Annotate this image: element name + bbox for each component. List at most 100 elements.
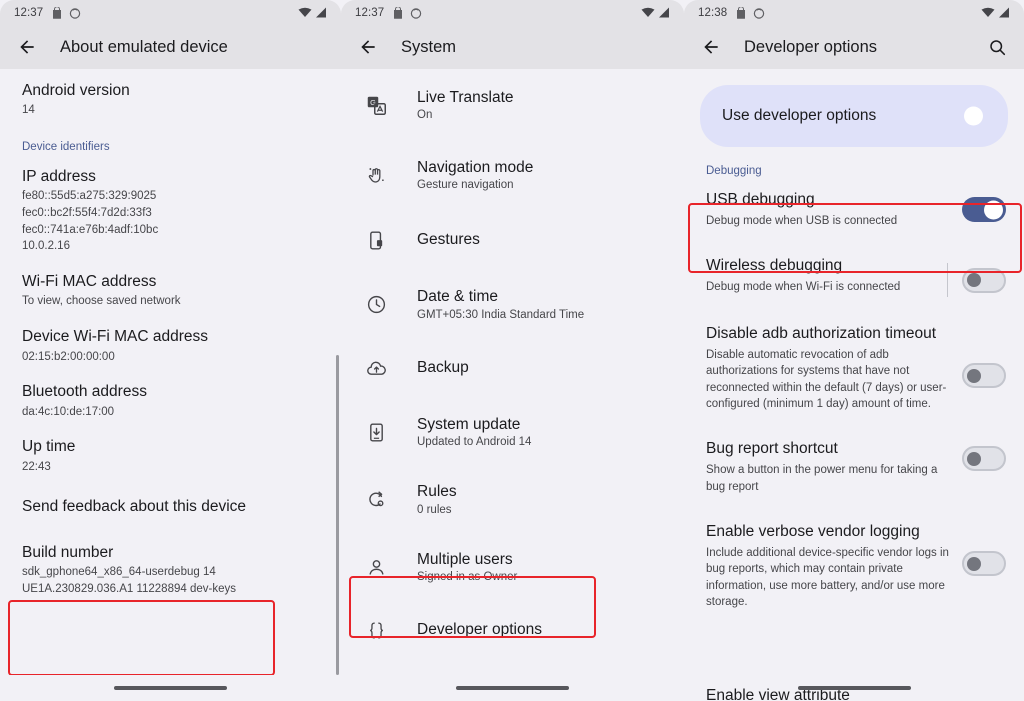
item-subtitle: Updated to Android 14 <box>417 436 532 449</box>
wifi-icon <box>641 7 655 18</box>
circle-icon <box>753 7 765 19</box>
sidebar-item-date-time[interactable]: Date & time GMT+05:30 India Standard Tim… <box>341 271 684 338</box>
person-icon <box>363 557 389 578</box>
row-control[interactable] <box>962 191 1006 222</box>
sidebar-item-system-update[interactable]: System update Updated to Android 14 <box>341 398 684 466</box>
setting-row-verbose-vendor-logging[interactable]: Enable verbose vendor logging Include ad… <box>684 509 1024 624</box>
usb-debugging-toggle[interactable] <box>962 197 1006 222</box>
three-panel-screenshot: 12:37 About emulated device Android vers… <box>0 0 1024 701</box>
search-icon[interactable] <box>984 34 1010 60</box>
list-item-android-version[interactable]: Android version 14 <box>22 69 319 119</box>
home-pill[interactable] <box>114 686 227 690</box>
toggle-knob <box>967 556 981 571</box>
list-item-send-feedback[interactable]: Send feedback about this device <box>22 475 319 516</box>
toggle-knob <box>967 451 981 466</box>
ip-address-value: fe80::55d5:a275:329:9025 fec0::bc2f:55f4… <box>22 190 159 253</box>
item-subtitle: Signed in as Owner <box>417 571 518 584</box>
status-left-icons <box>393 6 422 19</box>
item-title: Multiple users <box>417 550 513 568</box>
cloud-upload-icon <box>363 358 389 379</box>
row-title: Wireless debugging <box>706 257 843 275</box>
wireless-debugging-toggle[interactable] <box>962 267 1006 293</box>
android-version-value: 14 <box>22 104 35 117</box>
item-title: Rules <box>417 483 457 501</box>
list-item-bluetooth-address[interactable]: Bluetooth address da:4c:10:de:17:00 <box>22 365 319 420</box>
sidebar-item-gestures[interactable]: Gestures <box>341 209 684 271</box>
ip-address-label: IP address <box>22 168 96 186</box>
row-control[interactable] <box>962 325 1006 389</box>
arrow-back-icon[interactable] <box>355 34 381 60</box>
status-right-icons <box>981 7 1010 18</box>
home-pill[interactable] <box>797 686 911 690</box>
row-control[interactable] <box>962 523 1006 577</box>
row-control[interactable] <box>962 440 1006 472</box>
list-item-up-time[interactable]: Up time 22:43 <box>22 420 319 475</box>
list-item-ip-address[interactable]: IP address fe80::55d5:a275:329:9025 fec0… <box>22 155 319 255</box>
item-texts: Developer options <box>417 621 542 640</box>
build-number-value: sdk_gphone64_x86_64-userdebug 14 UE1A.23… <box>22 566 236 595</box>
setting-row-wireless-debugging[interactable]: Wireless debugging Debug mode when Wi-Fi… <box>684 243 1024 311</box>
home-pill[interactable] <box>456 686 569 690</box>
item-subtitle: Gesture navigation <box>417 179 514 192</box>
bug-report-shortcut-toggle[interactable] <box>962 446 1006 472</box>
item-title: Date & time <box>417 288 498 306</box>
row-title: Bug report shortcut <box>706 440 838 458</box>
build-number-label: Build number <box>22 543 114 561</box>
setting-row-disable-adb-timeout[interactable]: Disable adb authorization timeout Disabl… <box>684 311 1024 426</box>
sidebar-item-developer-options[interactable]: Developer options <box>341 601 684 659</box>
item-title: Developer options <box>417 620 542 638</box>
bag-icon <box>393 6 403 19</box>
status-right-icons <box>641 7 670 18</box>
status-time: 12:37 <box>355 6 385 19</box>
row-texts: USB debugging Debug mode when USB is con… <box>706 191 962 229</box>
list-item-build-number[interactable]: Build number sdk_gphone64_x86_64-userdeb… <box>22 517 319 598</box>
status-left-icons <box>52 6 81 19</box>
status-bar: 12:38 <box>684 0 1024 25</box>
item-texts: Live Translate On <box>417 89 514 122</box>
sidebar-item-navigation-mode[interactable]: Navigation mode Gesture navigation <box>341 141 684 209</box>
status-bar: 12:37 <box>341 0 684 25</box>
device-wifi-mac-label: Device Wi-Fi MAC address <box>22 328 209 346</box>
row-control[interactable] <box>947 257 1006 298</box>
vertical-divider <box>947 263 948 298</box>
arrow-back-icon[interactable] <box>698 34 724 60</box>
scrollbar-about[interactable] <box>336 355 339 675</box>
setting-row-bug-report-shortcut[interactable]: Bug report shortcut Show a button in the… <box>684 426 1024 509</box>
toggle-knob <box>964 106 983 126</box>
row-texts: Bug report shortcut Show a button in the… <box>706 440 962 495</box>
row-description: Debug mode when USB is connected <box>706 214 898 227</box>
list-item-wifi-mac[interactable]: Wi-Fi MAC address To view, choose saved … <box>22 255 319 310</box>
status-right-icons <box>298 7 327 18</box>
status-time: 12:38 <box>698 6 728 19</box>
row-texts: Disable adb authorization timeout Disabl… <box>706 325 962 412</box>
list-item-device-wifi-mac[interactable]: Device Wi-Fi MAC address 02:15:b2:00:00:… <box>22 310 319 365</box>
arrow-back-icon[interactable] <box>14 34 40 60</box>
item-subtitle: GMT+05:30 India Standard Time <box>417 308 585 321</box>
sidebar-item-rules[interactable]: Rules 0 rules <box>341 466 684 533</box>
item-texts: Navigation mode Gesture navigation <box>417 159 533 192</box>
sidebar-item-live-translate[interactable]: G Live Translate On <box>341 69 684 141</box>
item-texts: Rules 0 rules <box>417 483 457 516</box>
about-list: Android version 14 <box>0 69 341 119</box>
item-title: System update <box>417 415 521 433</box>
use-developer-options-label: Use developer options <box>722 107 877 124</box>
sidebar-item-multiple-users[interactable]: Multiple users Signed in as Owner <box>341 533 684 601</box>
disable-adb-timeout-toggle[interactable] <box>962 363 1006 389</box>
row-description: Include additional device-specific vendo… <box>706 546 949 608</box>
item-texts: System update Updated to Android 14 <box>417 416 531 449</box>
verbose-vendor-logging-toggle[interactable] <box>962 551 1006 577</box>
circle-icon <box>410 7 422 19</box>
setting-row-usb-debugging[interactable]: USB debugging Debug mode when USB is con… <box>684 177 1024 243</box>
sidebar-item-backup[interactable]: Backup <box>341 338 684 398</box>
toggle-knob <box>967 368 981 383</box>
signal-icon <box>998 7 1010 18</box>
status-bar: 12:37 <box>0 0 341 25</box>
item-texts: Backup <box>417 359 469 378</box>
section-device-identifiers: Device identifiers <box>22 141 110 154</box>
page-title: Developer options <box>744 37 877 56</box>
gesture-nav-bar <box>684 675 1024 701</box>
row-texts: Enable verbose vendor logging Include ad… <box>706 523 962 610</box>
developer-content: Use developer options Debugging USB debu… <box>684 69 1024 701</box>
use-developer-options-card[interactable]: Use developer options <box>700 85 1008 147</box>
wifi-icon <box>981 7 995 18</box>
